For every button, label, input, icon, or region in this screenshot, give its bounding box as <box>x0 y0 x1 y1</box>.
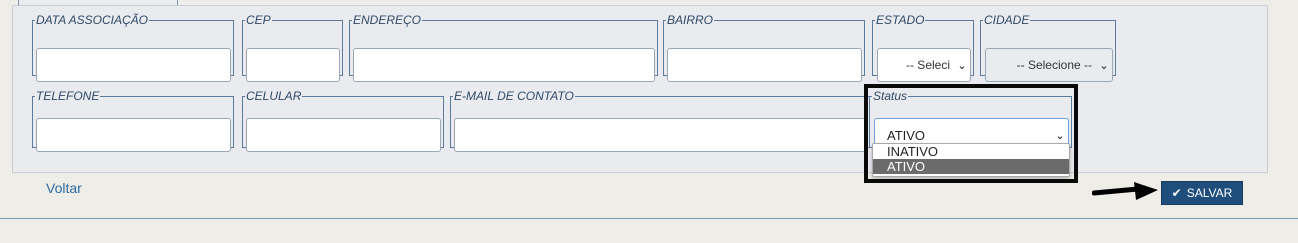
celular-group: CELULAR <box>242 89 444 152</box>
salvar-button[interactable]: ✔ SALVAR <box>1161 181 1243 205</box>
divider <box>0 218 1298 219</box>
data-associacao-group: DATA ASSOCIAÇÃO <box>32 13 234 82</box>
endereco-group: ENDEREÇO <box>349 13 658 82</box>
chevron-down-icon: ⌄ <box>1099 59 1109 72</box>
cep-input[interactable] <box>246 48 340 82</box>
endereco-label: ENDEREÇO <box>353 13 422 27</box>
form-panel: DATA ASSOCIAÇÃO CEP ENDEREÇO BAIRRO ESTA… <box>12 5 1268 173</box>
bairro-input[interactable] <box>667 48 862 82</box>
celular-input[interactable] <box>246 118 441 152</box>
voltar-link[interactable]: Voltar <box>46 180 82 196</box>
email-label: E-MAIL DE CONTATO <box>454 89 574 103</box>
data-associacao-input[interactable] <box>36 48 231 82</box>
arrow-right-icon <box>1092 182 1158 200</box>
telefone-label: TELEFONE <box>36 89 100 103</box>
email-group: E-MAIL DE CONTATO <box>450 89 870 152</box>
cidade-group: CIDADE -- Selecione -- ⌄ <box>980 13 1116 82</box>
estado-label: ESTADO <box>876 13 925 27</box>
telefone-input[interactable] <box>36 118 231 152</box>
data-associacao-label: DATA ASSOCIAÇÃO <box>36 13 149 27</box>
status-option-inativo[interactable]: INATIVO <box>873 144 1069 159</box>
estado-select[interactable]: -- Seleci ⌄ <box>877 48 971 82</box>
bairro-label: BAIRRO <box>667 13 714 27</box>
cep-label: CEP <box>246 13 271 27</box>
cidade-label: CIDADE <box>984 13 1030 27</box>
check-icon: ✔ <box>1171 186 1182 200</box>
email-input[interactable] <box>454 118 867 152</box>
celular-label: CELULAR <box>246 89 302 103</box>
status-dropdown-list[interactable]: INATIVO ATIVO <box>872 143 1070 177</box>
form-page: DATA ASSOCIAÇÃO CEP ENDEREÇO BAIRRO ESTA… <box>0 0 1298 243</box>
bairro-group: BAIRRO <box>663 13 865 82</box>
chevron-down-icon: ⌄ <box>957 59 967 72</box>
endereco-input[interactable] <box>353 48 655 82</box>
estado-selected: -- Seleci <box>905 58 950 72</box>
status-option-ativo[interactable]: ATIVO <box>873 159 1069 174</box>
cep-group: CEP <box>242 13 343 82</box>
estado-group: ESTADO -- Seleci ⌄ <box>872 13 974 82</box>
cidade-select[interactable]: -- Selecione -- ⌄ <box>985 48 1113 82</box>
telefone-group: TELEFONE <box>32 89 234 152</box>
cidade-selected: -- Selecione -- <box>1016 58 1092 72</box>
salvar-label: SALVAR <box>1186 186 1233 200</box>
